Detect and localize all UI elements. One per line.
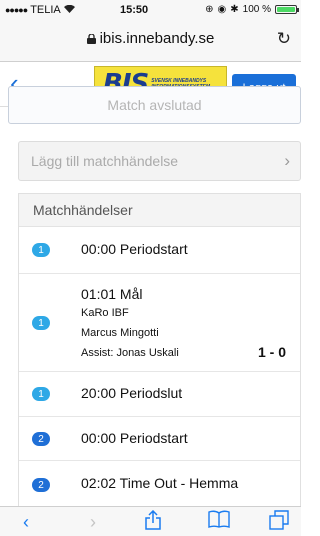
status-right: ⊕ ◉ ✱ 100 % [205,4,299,15]
battery-tip [297,8,299,12]
period-badge: 1 [32,316,50,330]
period-badge: 1 [32,243,50,257]
alarm-icon: ◉ [217,4,227,15]
event-text: 20:00 Periodslut [81,385,183,401]
event-row[interactable]: 1 01:01 Mål KaRo IBF Marcus Mingotti Ass… [19,274,300,372]
add-event-button[interactable]: Lägg till matchhändelse › [18,141,301,181]
event-row[interactable]: 1 20:00 Periodslut [19,372,300,417]
carrier-info: ●●●●● TELIA [5,4,75,16]
status-bar: ●●●●● TELIA 15:50 ⊕ ◉ ✱ 100 % [0,0,301,20]
match-status-button[interactable]: Match avslutad [8,86,301,124]
event-row[interactable]: 2 00:00 Periodstart [19,417,300,461]
battery-icon [275,5,299,14]
lock-icon [86,34,96,44]
browser-back-icon[interactable]: ‹ [23,512,29,533]
browser-forward-icon[interactable]: › [90,512,96,533]
event-score: 1 - 0 [257,344,286,360]
events-title: Matchhändelser [19,194,300,227]
events-panel: Matchhändelser 1 00:00 Periodstart 1 01:… [18,193,301,513]
event-text: 00:00 Periodstart [81,430,188,446]
add-event-label: Lägg till matchhändelse [31,153,179,169]
battery-level [277,7,295,12]
bookmarks-icon[interactable] [208,510,230,533]
event-text: 01:01 Mål [81,286,143,302]
reload-icon[interactable]: ↻ [277,29,291,49]
wifi-icon [63,4,75,16]
bluetooth-icon: ✱ [230,4,239,15]
address-field[interactable]: ibis.innebandy.se [0,30,301,47]
event-assist: Assist: Jonas Uskali [81,347,179,359]
event-team: KaRo IBF [81,307,129,319]
event-player: Marcus Mingotti [81,327,159,339]
event-row[interactable]: 2 02:02 Time Out - Hemma [19,461,300,501]
event-row[interactable]: 1 00:00 Periodstart [19,227,300,274]
share-icon[interactable] [145,509,161,535]
chevron-right-icon: › [284,151,290,170]
period-badge: 2 [32,432,50,446]
carrier-name: TELIA [30,4,61,16]
signal-icon: ●●●●● [5,5,28,15]
event-text: 02:02 Time Out - Hemma [81,475,239,491]
period-badge: 1 [32,387,50,401]
rotation-lock-icon: ⊕ [205,4,214,15]
tabs-icon[interactable] [269,510,289,535]
url-text: ibis.innebandy.se [99,30,215,47]
browser-toolbar: ‹ › [0,506,301,536]
battery-percent: 100 % [242,4,271,15]
status-time: 15:50 [120,4,149,16]
url-bar[interactable]: ibis.innebandy.se ↻ [0,20,301,62]
event-text: 00:00 Periodstart [81,241,188,257]
period-badge: 2 [32,478,50,492]
